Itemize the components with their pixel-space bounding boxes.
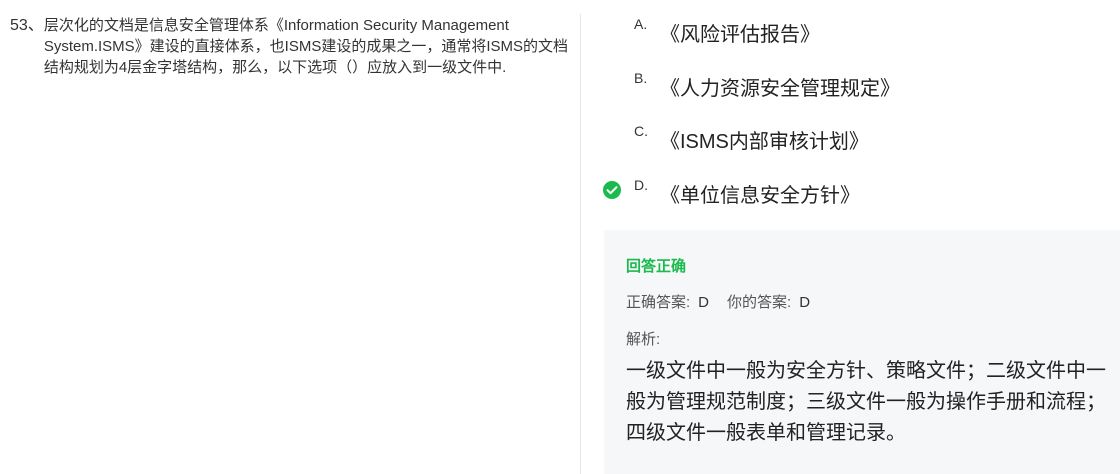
option-letter: A.: [634, 16, 648, 32]
option-letter: D.: [634, 176, 648, 193]
option-letter: C.: [634, 123, 648, 139]
your-answer-label: 你的答案:: [727, 294, 792, 311]
option-text: 《ISMS内部审核计划》: [660, 131, 869, 153]
check-circle-icon: [603, 181, 621, 199]
option-letter: B.: [634, 69, 648, 86]
question-stem: 53、 层次化的文档是信息安全管理体系《Information Security…: [10, 15, 570, 78]
quiz-page: 53、 层次化的文档是信息安全管理体系《Information Security…: [0, 0, 1120, 474]
option-text: 《单位信息安全方针》: [660, 184, 860, 207]
option-text: 《风险评估报告》: [660, 24, 820, 46]
option-a[interactable]: A. 《风险评估报告》: [600, 10, 1100, 64]
option-text: 《人力资源安全管理规定》: [660, 77, 900, 100]
analysis-text: 一级文件中一般为安全方针、策略文件；二级文件中一般为管理规范制度；三级文件一般为…: [626, 360, 1106, 444]
answer-panel: 回答正确 正确答案: D 你的答案: D 解析: 一级文件中一般为安全方针、策略文件；…: [604, 230, 1120, 474]
result-status: 回答正确: [626, 258, 687, 275]
answer-row: 正确答案: D 你的答案: D: [626, 291, 828, 312]
option-c[interactable]: C. 《ISMS内部审核计划》: [600, 117, 1100, 171]
question-text: 层次化的文档是信息安全管理体系《Information Security Man…: [43, 17, 569, 76]
options-list: A. 《风险评估报告》 B. 《人力资源安全管理规定》 C. 《ISMS内部审核…: [600, 10, 1100, 224]
question-number: 53、: [10, 17, 44, 34]
your-answer-value: D: [799, 294, 811, 311]
option-d[interactable]: D. 《单位信息安全方针》: [600, 171, 1100, 225]
correct-answer-value: D: [698, 294, 710, 311]
column-divider: [580, 14, 581, 474]
correct-answer-label: 正确答案:: [626, 294, 691, 311]
analysis-label: 解析:: [626, 331, 661, 348]
option-b[interactable]: B. 《人力资源安全管理规定》: [600, 64, 1100, 118]
